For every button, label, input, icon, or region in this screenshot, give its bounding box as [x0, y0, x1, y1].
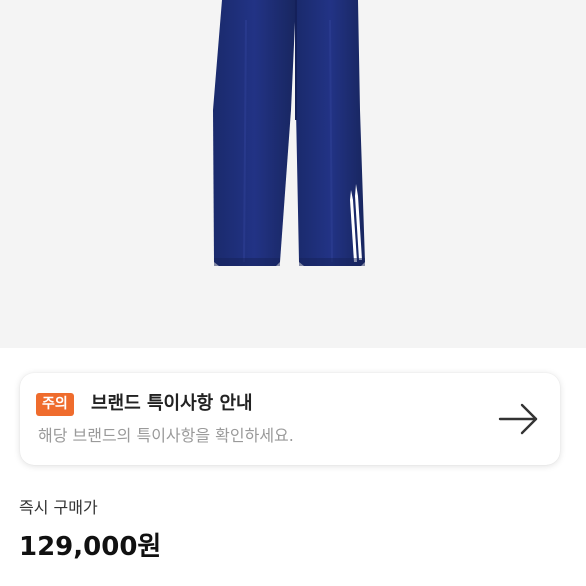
- pants-left-leg: [213, 0, 296, 266]
- product-image[interactable]: [0, 0, 586, 348]
- brand-notice-card[interactable]: 주의 브랜드 특이사항 안내 해당 브랜드의 특이사항을 확인하세요.: [20, 373, 560, 465]
- caution-badge: 주의: [36, 393, 74, 416]
- track-pants-image: [213, 0, 365, 266]
- instant-buy-price: 129,000원: [19, 532, 162, 562]
- instant-buy-price-label: 즉시 구매가: [19, 498, 98, 517]
- arrow-right-icon[interactable]: [498, 401, 540, 437]
- notice-description: 해당 브랜드의 특이사항을 확인하세요.: [38, 426, 294, 445]
- notice-title: 브랜드 특이사항 안내: [91, 393, 253, 414]
